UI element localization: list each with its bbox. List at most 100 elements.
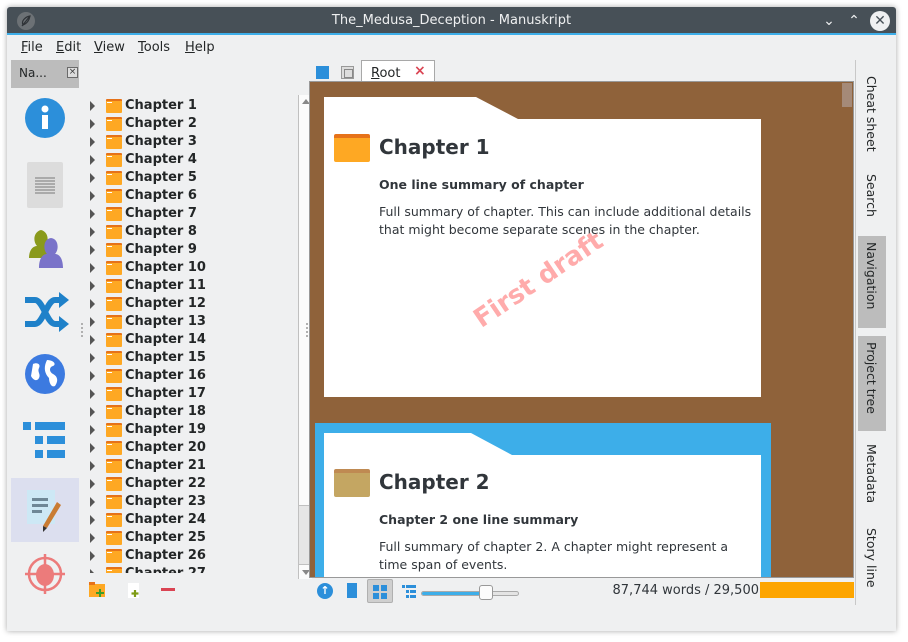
- expand-arrow-icon[interactable]: [90, 155, 95, 165]
- tab-search[interactable]: Search: [858, 168, 886, 228]
- splitter-handle-2[interactable]: [306, 323, 308, 337]
- expand-arrow-icon[interactable]: [90, 461, 95, 471]
- expand-arrow-icon[interactable]: [90, 335, 95, 345]
- tree-item[interactable]: Chapter 15: [85, 349, 293, 367]
- tab-story-line[interactable]: Story line: [858, 522, 886, 594]
- splitter-handle[interactable]: [81, 323, 83, 337]
- expand-arrow-icon[interactable]: [90, 299, 95, 309]
- tree-item[interactable]: Chapter 20: [85, 439, 293, 457]
- single-view-button[interactable]: [347, 583, 357, 598]
- menu-view[interactable]: View: [94, 40, 125, 55]
- expand-arrow-icon[interactable]: [90, 533, 95, 543]
- tree-item[interactable]: Chapter 12: [85, 295, 293, 313]
- corkboard-scroll-handle[interactable]: [842, 83, 852, 107]
- tree-item[interactable]: Chapter 14: [85, 331, 293, 349]
- tree-item-label: Chapter 22: [125, 476, 206, 491]
- tree-item[interactable]: Chapter 21: [85, 457, 293, 475]
- split-view-icon[interactable]: [316, 66, 329, 79]
- expand-arrow-icon[interactable]: [90, 497, 95, 507]
- sidebar-item-debug[interactable]: [11, 542, 79, 606]
- expand-arrow-icon[interactable]: [90, 443, 95, 453]
- expand-arrow-icon[interactable]: [90, 191, 95, 201]
- dock-close-icon[interactable]: ×: [67, 67, 78, 78]
- expand-arrow-icon[interactable]: [90, 245, 95, 255]
- add-folder-button[interactable]: [89, 581, 109, 601]
- tab-project-tree[interactable]: Project tree: [858, 336, 886, 431]
- sidebar-item-world[interactable]: [11, 344, 79, 408]
- expand-arrow-icon[interactable]: [90, 317, 95, 327]
- tree-item[interactable]: Chapter 6: [85, 187, 293, 205]
- tree-item[interactable]: Chapter 8: [85, 223, 293, 241]
- tree-item[interactable]: Chapter 19: [85, 421, 293, 439]
- go-up-button[interactable]: ↑: [317, 583, 333, 599]
- expand-arrow-icon[interactable]: [90, 101, 95, 111]
- expand-arrow-icon[interactable]: [90, 119, 95, 129]
- expand-arrow-icon[interactable]: [90, 263, 95, 273]
- card-summary: One line summary of chapter: [379, 177, 584, 192]
- tree-item[interactable]: Chapter 16: [85, 367, 293, 385]
- fullscreen-icon[interactable]: [341, 66, 354, 79]
- menu-edit[interactable]: Edit: [56, 40, 81, 55]
- outline-view-button[interactable]: [402, 583, 416, 598]
- index-card[interactable]: Chapter 1 One line summary of chapter Fu…: [324, 97, 761, 397]
- expand-arrow-icon[interactable]: [90, 569, 95, 573]
- expand-arrow-icon[interactable]: [90, 425, 95, 435]
- expand-arrow-icon[interactable]: [90, 551, 95, 561]
- sidebar-item-general[interactable]: [11, 88, 79, 152]
- tab-close-icon[interactable]: ×: [414, 63, 426, 79]
- expand-arrow-icon[interactable]: [90, 281, 95, 291]
- tab-navigation[interactable]: Navigation: [858, 236, 886, 328]
- maximize-button[interactable]: ⌃: [844, 11, 864, 31]
- tree-item[interactable]: Chapter 17: [85, 385, 293, 403]
- sidebar-item-outline[interactable]: [11, 408, 79, 472]
- tree-item[interactable]: Chapter 4: [85, 151, 293, 169]
- tab-root[interactable]: Root ×: [361, 60, 435, 83]
- tree-item[interactable]: Chapter 2: [85, 115, 293, 133]
- sidebar-item-characters[interactable]: [11, 216, 79, 280]
- menu-help[interactable]: Help: [185, 40, 215, 55]
- expand-arrow-icon[interactable]: [90, 407, 95, 417]
- index-card-selected[interactable]: Chapter 2 Chapter 2 one line summary Ful…: [315, 423, 771, 577]
- tree-item[interactable]: Chapter 10: [85, 259, 293, 277]
- expand-arrow-icon[interactable]: [90, 137, 95, 147]
- tree-item-label: Chapter 5: [125, 170, 197, 185]
- tree-item[interactable]: Chapter 23: [85, 493, 293, 511]
- sidebar-item-summary[interactable]: [11, 152, 79, 216]
- navigation-dock-tab[interactable]: Na... ×: [11, 60, 79, 88]
- expand-arrow-icon[interactable]: [90, 209, 95, 219]
- tree-item[interactable]: Chapter 25: [85, 529, 293, 547]
- tree-item[interactable]: Chapter 7: [85, 205, 293, 223]
- add-text-button[interactable]: [125, 581, 145, 601]
- sidebar-item-editor[interactable]: [11, 478, 79, 542]
- tree-item[interactable]: Chapter 11: [85, 277, 293, 295]
- remove-icon: [161, 588, 175, 591]
- expand-arrow-icon[interactable]: [90, 227, 95, 237]
- slider-handle[interactable]: [479, 585, 493, 600]
- tab-cheat-sheet[interactable]: Cheat sheet: [858, 70, 886, 160]
- expand-arrow-icon[interactable]: [90, 479, 95, 489]
- tree-item[interactable]: Chapter 3: [85, 133, 293, 151]
- expand-arrow-icon[interactable]: [90, 389, 95, 399]
- expand-arrow-icon[interactable]: [90, 353, 95, 363]
- remove-item-button[interactable]: [159, 581, 179, 601]
- tree-item[interactable]: Chapter 9: [85, 241, 293, 259]
- tree-item[interactable]: Chapter 13: [85, 313, 293, 331]
- expand-arrow-icon[interactable]: [90, 515, 95, 525]
- expand-arrow-icon[interactable]: [90, 371, 95, 381]
- menu-tools[interactable]: Tools: [138, 40, 170, 55]
- tree-item[interactable]: Chapter 27: [85, 565, 293, 573]
- tree-item[interactable]: Chapter 18: [85, 403, 293, 421]
- menu-file[interactable]: File: [21, 40, 43, 55]
- minimize-button[interactable]: ⌄: [819, 11, 839, 31]
- card-size-slider[interactable]: [421, 591, 519, 596]
- tree-item[interactable]: Chapter 26: [85, 547, 293, 565]
- tree-item[interactable]: Chapter 24: [85, 511, 293, 529]
- tab-metadata[interactable]: Metadata: [858, 438, 886, 510]
- close-button[interactable]: ✕: [870, 11, 890, 31]
- corkboard-view-button[interactable]: [367, 579, 393, 603]
- expand-arrow-icon[interactable]: [90, 173, 95, 183]
- tree-item[interactable]: Chapter 1: [85, 97, 293, 115]
- tree-item[interactable]: Chapter 5: [85, 169, 293, 187]
- tree-item[interactable]: Chapter 22: [85, 475, 293, 493]
- sidebar-item-plots[interactable]: [11, 280, 79, 344]
